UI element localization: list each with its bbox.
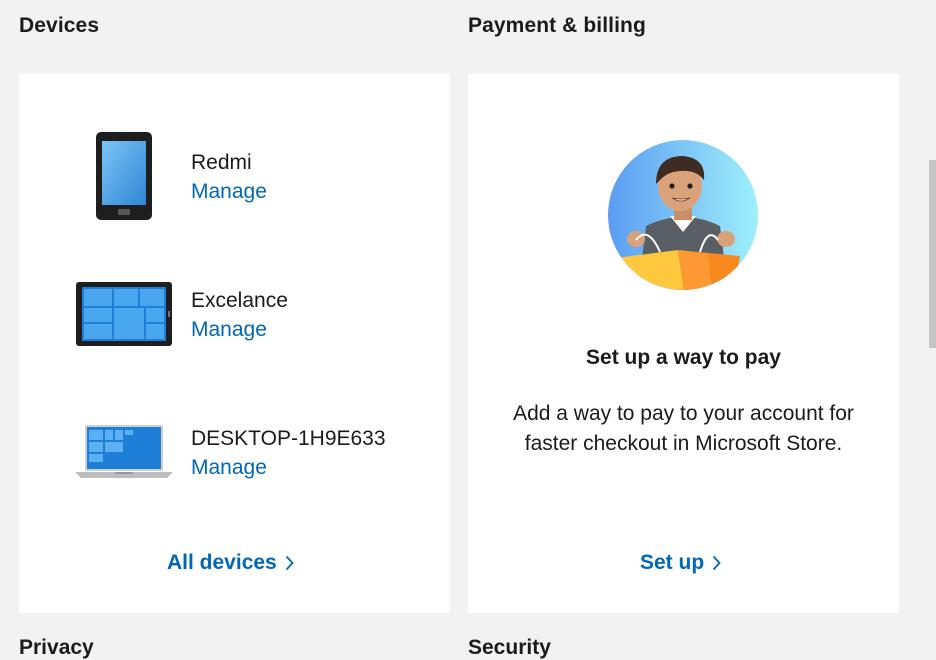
devices-heading: Devices [19, 14, 100, 37]
security-heading: Security [468, 636, 551, 659]
device-name: Redmi [191, 151, 252, 174]
laptop-icon [75, 425, 173, 478]
chevron-right-icon [713, 555, 721, 571]
payment-description: Add a way to pay to your account for fas… [513, 402, 854, 455]
shopper-illustration [608, 140, 758, 290]
chevron-right-icon [285, 555, 294, 571]
tablet-icon [76, 282, 172, 346]
set-up-link[interactable]: Set up [640, 551, 721, 575]
all-devices-link[interactable]: All devices [167, 551, 294, 575]
payment-title: Set up a way to pay [586, 346, 781, 369]
device-name: DESKTOP-1H9E633 [191, 427, 386, 450]
device-item-desktop: DESKTOP-1H9E633 Manage [19, 402, 450, 498]
device-name: Excelance [191, 289, 288, 312]
devices-card: Redmi Manage Excelance Manage DESKTOP-1H… [19, 74, 450, 613]
device-item-redmi: Redmi Manage [19, 124, 450, 220]
vertical-scrollbar[interactable] [929, 160, 936, 348]
phone-icon [96, 132, 152, 220]
manage-link[interactable]: Manage [191, 456, 267, 480]
set-up-label: Set up [640, 551, 705, 574]
payment-card: Set up a way to pay Add a way to pay to … [468, 74, 899, 613]
payment-heading: Payment & billing [468, 14, 646, 37]
privacy-heading: Privacy [19, 636, 94, 659]
manage-link[interactable]: Manage [191, 318, 267, 342]
device-item-excelance: Excelance Manage [19, 264, 450, 360]
manage-link[interactable]: Manage [191, 180, 267, 204]
all-devices-label: All devices [167, 551, 277, 574]
